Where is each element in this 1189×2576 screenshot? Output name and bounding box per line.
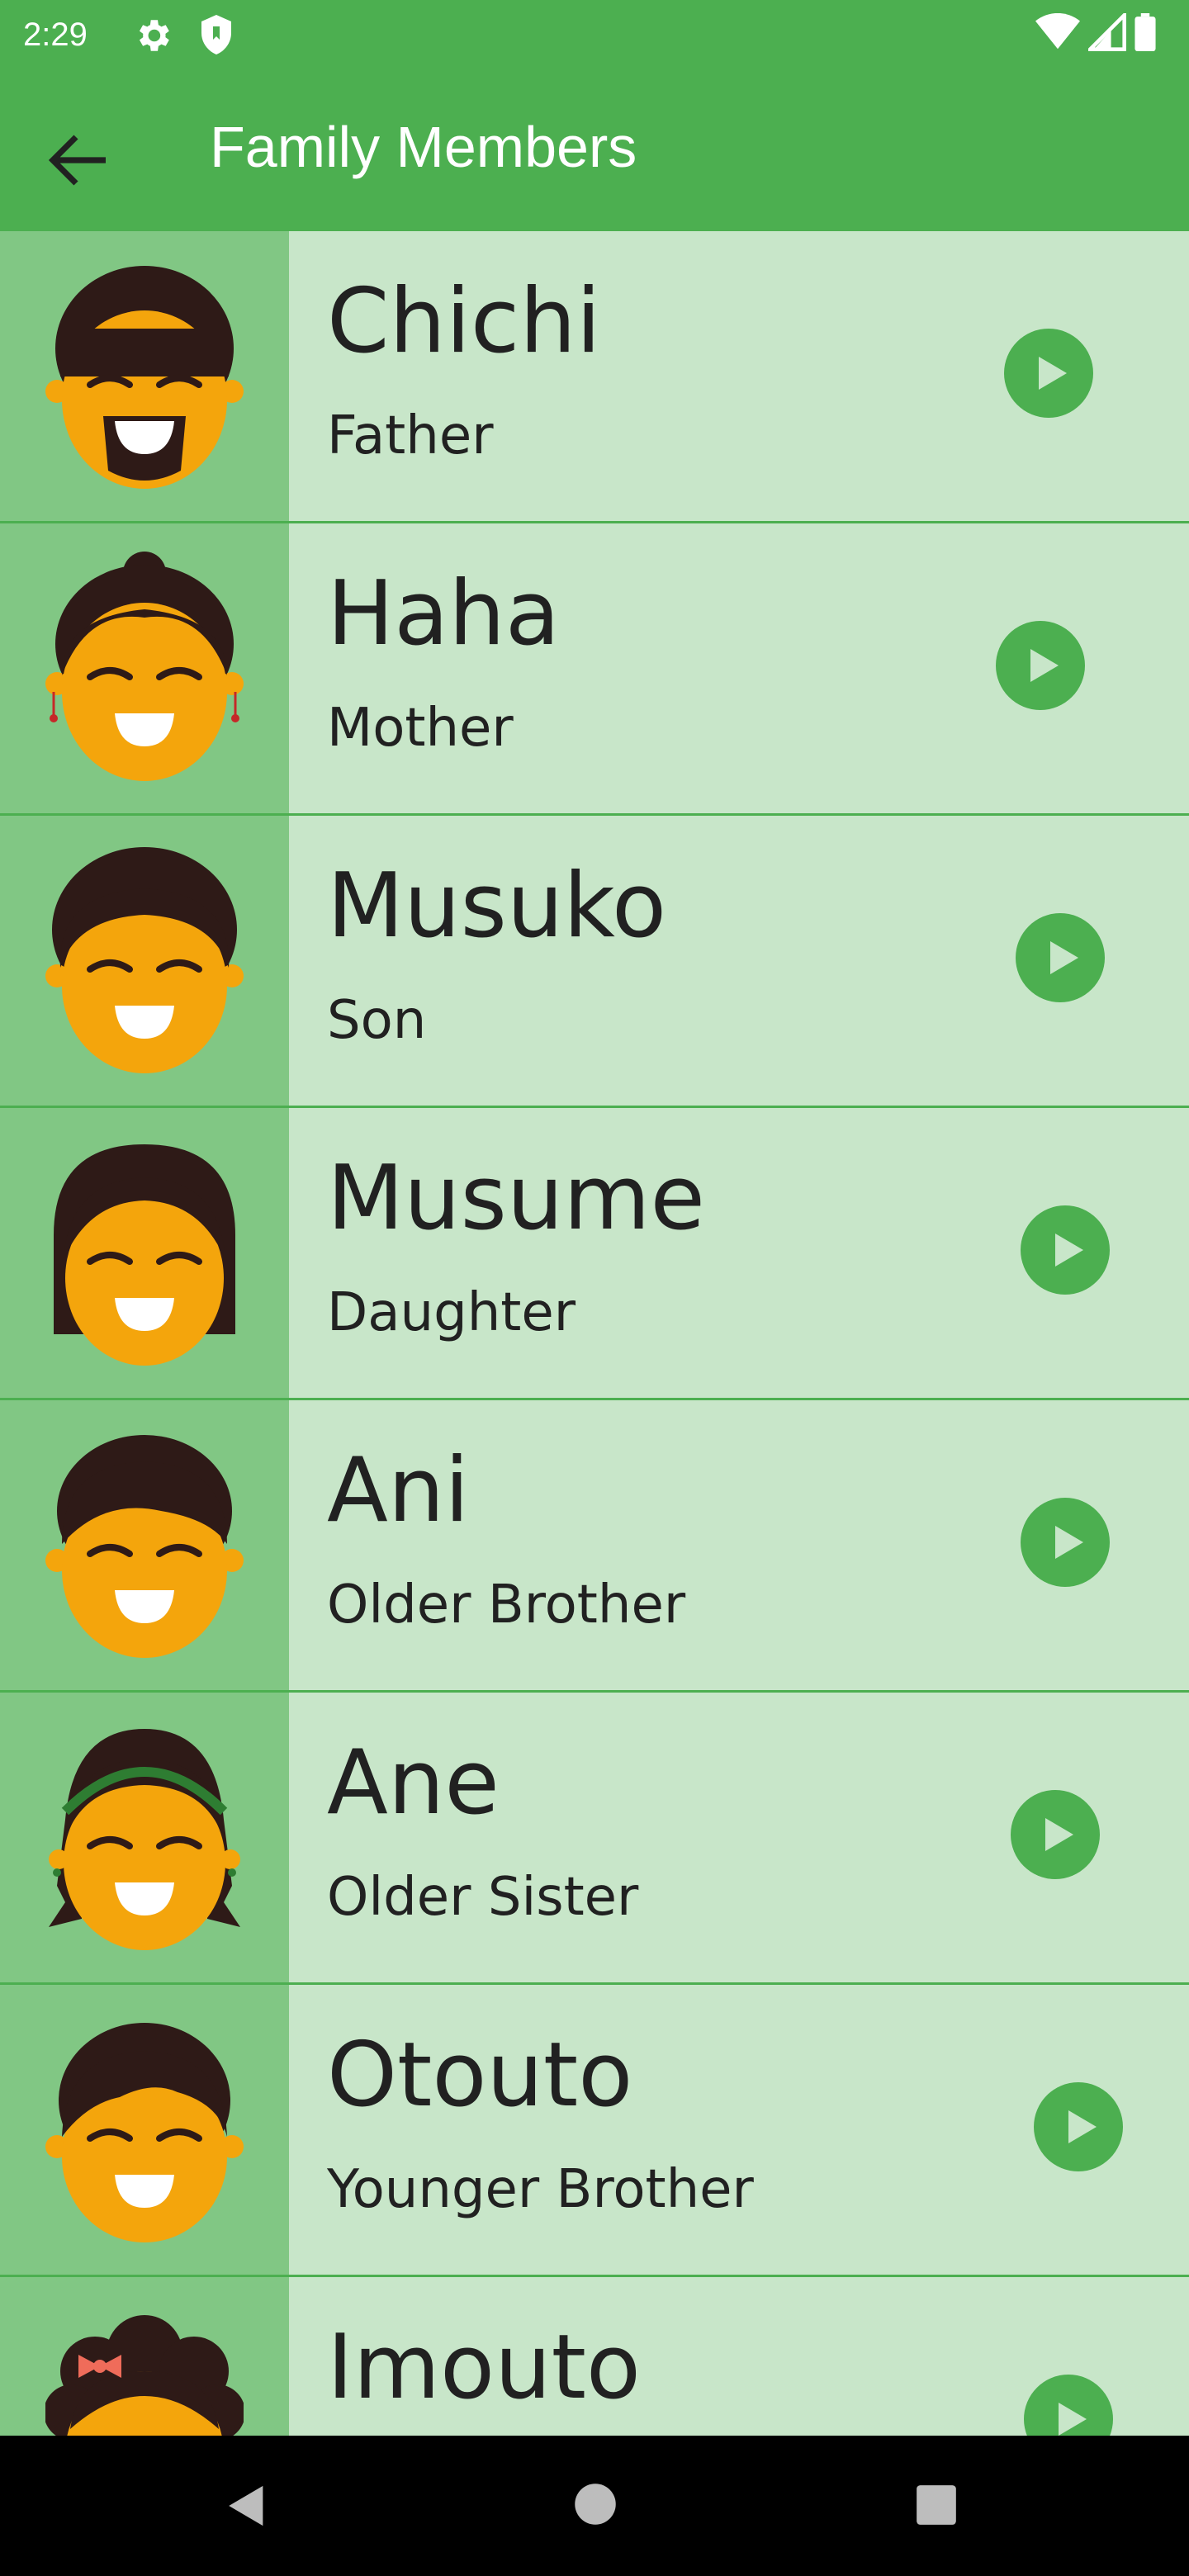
status-bar: 2:29	[0, 0, 1189, 69]
daughter-avatar-icon	[54, 1144, 235, 1366]
play-icon[interactable]	[1016, 913, 1105, 1002]
older-sister-avatar-icon	[49, 1729, 240, 1950]
younger-sister-avatar-icon	[45, 2315, 244, 2436]
member-name: Imouto	[327, 2316, 642, 2419]
list-item[interactable]: Musuko Son	[0, 816, 1189, 1108]
member-role: Daughter	[327, 1282, 576, 1343]
member-name: Haha	[327, 562, 561, 665]
list-item[interactable]: Musume Daughter	[0, 1108, 1189, 1400]
member-name: Otouto	[327, 2024, 633, 2127]
play-icon[interactable]	[1024, 2375, 1113, 2436]
member-name: Chichi	[327, 270, 601, 373]
status-icons-right	[1035, 13, 1156, 51]
family-members-list[interactable]: Chichi Father Haha Mother Musuko Son Mus…	[0, 231, 1189, 2436]
list-item[interactable]: Imouto	[0, 2277, 1189, 2436]
member-role: Older Sister	[327, 1867, 639, 1928]
list-item[interactable]: Ani Older Brother	[0, 1400, 1189, 1693]
member-role: Younger Brother	[327, 2159, 754, 2220]
nav-home-icon[interactable]	[573, 2482, 618, 2526]
mother-avatar-icon	[45, 552, 244, 781]
navigation-bar	[0, 2436, 1189, 2576]
play-icon[interactable]	[1034, 2082, 1123, 2171]
father-avatar-icon	[45, 266, 244, 489]
member-role: Older Brother	[327, 1574, 686, 1636]
play-icon[interactable]	[1004, 329, 1093, 418]
arrow-left-icon[interactable]	[40, 121, 119, 200]
member-name: Musume	[327, 1147, 705, 1250]
avatar-panel	[0, 1985, 289, 2275]
avatar-panel	[0, 1108, 289, 1398]
gear-icon	[139, 20, 169, 51]
nav-recents-icon[interactable]	[915, 2484, 958, 2526]
member-name: Ane	[327, 1731, 500, 1835]
play-icon[interactable]	[996, 621, 1085, 710]
list-item[interactable]: Otouto Younger Brother	[0, 1985, 1189, 2277]
member-role: Mother	[327, 698, 514, 759]
avatar-panel	[0, 2277, 289, 2436]
play-icon[interactable]	[1011, 1790, 1100, 1879]
signal-icon	[1088, 13, 1126, 51]
nav-back-icon[interactable]	[223, 2482, 271, 2530]
battery-icon	[1135, 13, 1156, 51]
avatar-panel	[0, 816, 289, 1106]
member-name: Musuko	[327, 855, 667, 958]
shield-icon	[201, 15, 231, 54]
status-time: 2:29	[23, 17, 88, 53]
avatar-panel	[0, 523, 289, 813]
play-icon[interactable]	[1021, 1205, 1110, 1295]
avatar-panel	[0, 231, 289, 521]
younger-brother-avatar-icon	[45, 2023, 244, 2242]
member-name: Ani	[327, 1439, 470, 1542]
list-item[interactable]: Chichi Father	[0, 231, 1189, 523]
play-icon[interactable]	[1021, 1498, 1110, 1587]
member-role: Father	[327, 405, 494, 466]
avatar-panel	[0, 1693, 289, 1982]
member-role: Son	[327, 990, 427, 1051]
list-item[interactable]: Ane Older Sister	[0, 1693, 1189, 1985]
wifi-icon	[1035, 13, 1080, 50]
list-item[interactable]: Haha Mother	[0, 523, 1189, 816]
older-brother-avatar-icon	[45, 1435, 244, 1658]
avatar-panel	[0, 1400, 289, 1690]
son-avatar-icon	[45, 847, 244, 1073]
app-bar: Family Members	[0, 69, 1189, 231]
page-title: Family Members	[210, 115, 637, 179]
